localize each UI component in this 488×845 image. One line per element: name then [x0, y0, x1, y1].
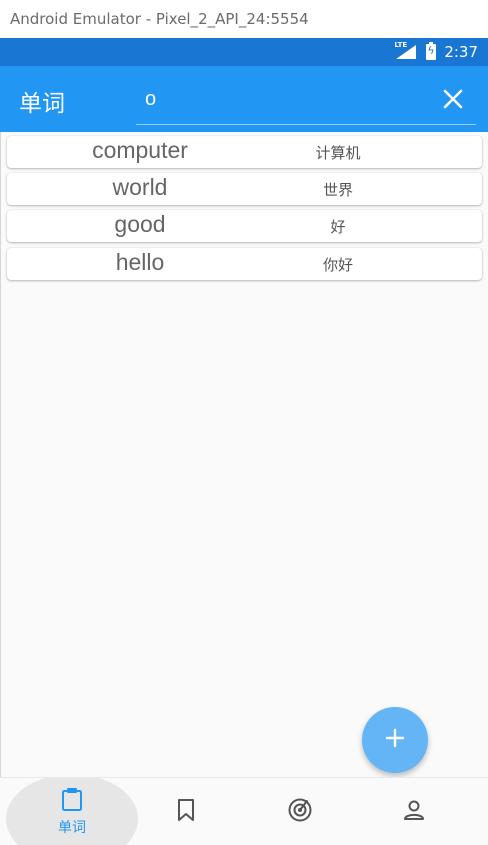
person-icon	[402, 798, 426, 826]
word-chinese: 计算机	[315, 144, 361, 162]
search-input[interactable]	[136, 82, 476, 116]
word-english: world	[112, 174, 168, 200]
word-english: hello	[115, 249, 165, 275]
list-item[interactable]: world 世界	[7, 173, 482, 205]
word-list: computer 计算机 world 世界 good 好 hello 你好	[0, 132, 488, 777]
word-chinese: 你好	[322, 256, 353, 274]
clipboard-icon	[61, 787, 83, 815]
radar-icon	[287, 797, 313, 827]
add-word-button[interactable]	[362, 707, 428, 773]
page-title: 单词	[19, 91, 65, 117]
list-item[interactable]: hello 你好	[7, 248, 482, 280]
bottom-navigation: 单词	[0, 777, 488, 845]
status-bar: LTE 2:37	[0, 38, 488, 66]
nav-label-words: 单词	[58, 820, 86, 836]
list-item[interactable]: good 好	[7, 210, 482, 242]
window-title: Android Emulator - Pixel_2_API_24:5554	[10, 10, 309, 28]
word-english: good	[114, 211, 166, 237]
word-chinese: 好	[330, 218, 346, 236]
app-bar: 单词	[0, 66, 488, 132]
word-english: computer	[92, 137, 188, 163]
nav-item-words[interactable]: 单词	[11, 778, 133, 845]
search-underline	[136, 124, 476, 125]
window-titlebar: Android Emulator - Pixel_2_API_24:5554	[0, 0, 488, 38]
nav-item-bookmarks[interactable]	[125, 778, 247, 845]
nav-item-radar[interactable]	[239, 778, 361, 845]
nav-item-profile[interactable]	[353, 778, 475, 845]
bookmark-icon	[176, 798, 196, 826]
signal-icon: LTE	[394, 41, 417, 59]
list-item[interactable]: computer 计算机	[7, 136, 482, 168]
plus-icon	[384, 727, 406, 753]
close-icon[interactable]	[440, 86, 466, 112]
battery-icon	[426, 42, 437, 60]
word-chinese: 世界	[322, 181, 353, 199]
status-time: 2:37	[444, 43, 478, 61]
network-type: LTE	[394, 41, 408, 49]
